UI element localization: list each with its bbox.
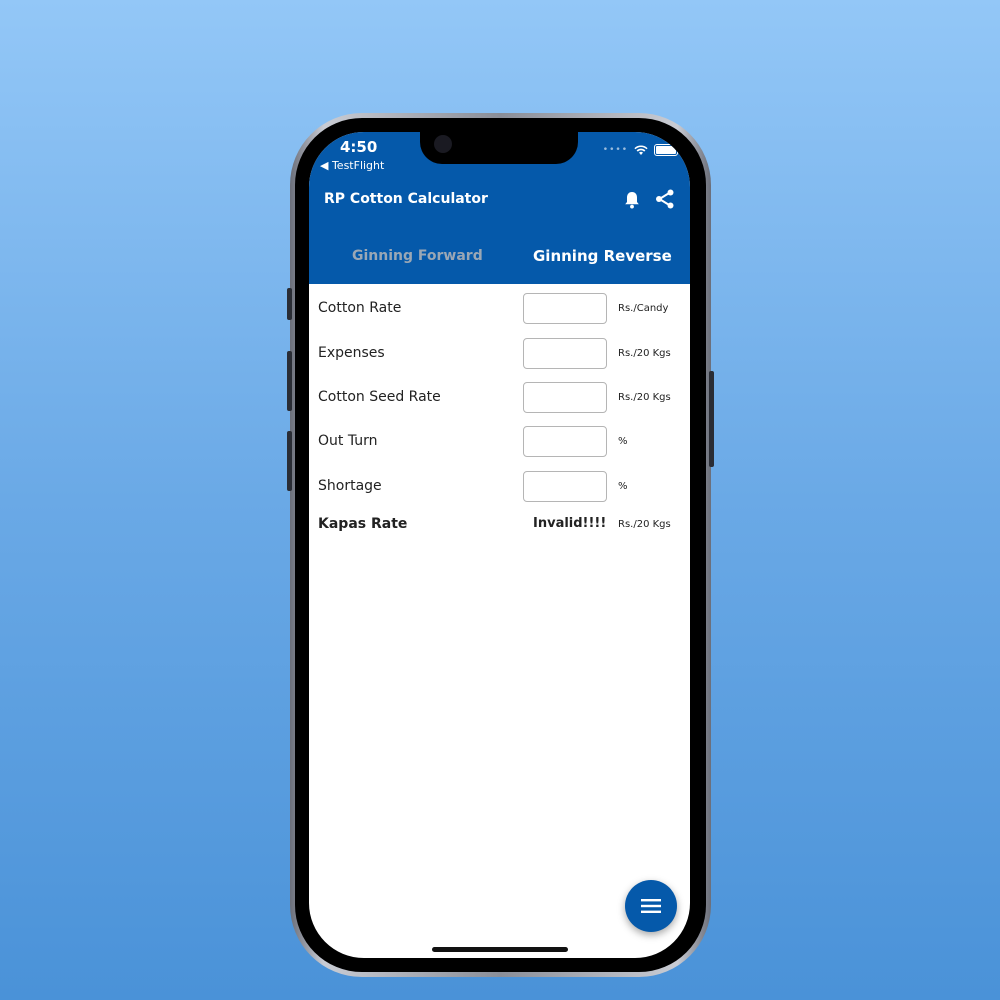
testflight-back-link[interactable]: ◀ TestFlight <box>320 159 384 172</box>
shortage-unit: % <box>618 481 628 492</box>
expenses-label: Expenses <box>318 345 385 361</box>
out-turn-input[interactable] <box>523 426 607 457</box>
out-turn-unit: % <box>618 436 628 447</box>
silent-switch <box>287 288 292 320</box>
out-turn-label: Out Turn <box>318 433 378 449</box>
signal-icon: •••• <box>602 145 628 155</box>
share-icon[interactable] <box>654 188 676 210</box>
kapas-rate-value: Invalid!!!! <box>533 516 607 531</box>
shortage-label: Shortage <box>318 478 382 494</box>
kapas-rate-label: Kapas Rate <box>318 516 408 532</box>
cotton-seed-rate-unit: Rs./20 Kgs <box>618 392 671 403</box>
form-row-out-turn: Out Turn % <box>309 426 690 458</box>
menu-fab-button[interactable] <box>625 880 677 932</box>
app-screen: 4:50 ◀ TestFlight •••• RP Cotton Calcula… <box>309 132 690 958</box>
phone-frame: 4:50 ◀ TestFlight •••• RP Cotton Calcula… <box>287 113 714 977</box>
battery-icon <box>654 144 678 156</box>
tab-ginning-forward[interactable]: Ginning Forward <box>352 248 483 264</box>
cotton-seed-rate-input[interactable] <box>523 382 607 413</box>
shortage-input[interactable] <box>523 471 607 502</box>
front-camera <box>434 135 452 153</box>
cotton-rate-input[interactable] <box>523 293 607 324</box>
bell-icon[interactable] <box>622 190 642 210</box>
form-row-cotton-seed-rate: Cotton Seed Rate Rs./20 Kgs <box>309 382 690 414</box>
form-row-expenses: Expenses Rs./20 Kgs <box>309 338 690 370</box>
form-row-cotton-rate: Cotton Rate Rs./Candy <box>309 293 690 325</box>
cotton-seed-rate-label: Cotton Seed Rate <box>318 389 441 405</box>
power-button <box>709 371 714 467</box>
cotton-rate-label: Cotton Rate <box>318 300 402 316</box>
status-time: 4:50 <box>340 138 378 156</box>
cotton-rate-unit: Rs./Candy <box>618 303 669 314</box>
expenses-input[interactable] <box>523 338 607 369</box>
result-row-kapas-rate: Kapas Rate Invalid!!!! Rs./20 Kgs <box>309 509 690 541</box>
home-indicator[interactable] <box>432 947 568 952</box>
form-row-shortage: Shortage % <box>309 471 690 503</box>
tab-ginning-reverse[interactable]: Ginning Reverse <box>533 247 672 265</box>
volume-up-button <box>287 351 292 411</box>
notch <box>420 132 578 164</box>
wifi-icon <box>634 144 648 155</box>
volume-down-button <box>287 431 292 491</box>
status-icons: •••• <box>603 144 678 156</box>
kapas-rate-unit: Rs./20 Kgs <box>618 519 671 530</box>
menu-icon <box>641 899 661 913</box>
phone-bezel: 4:50 ◀ TestFlight •••• RP Cotton Calcula… <box>295 118 706 972</box>
expenses-unit: Rs./20 Kgs <box>618 348 671 359</box>
app-title: RP Cotton Calculator <box>324 191 488 207</box>
